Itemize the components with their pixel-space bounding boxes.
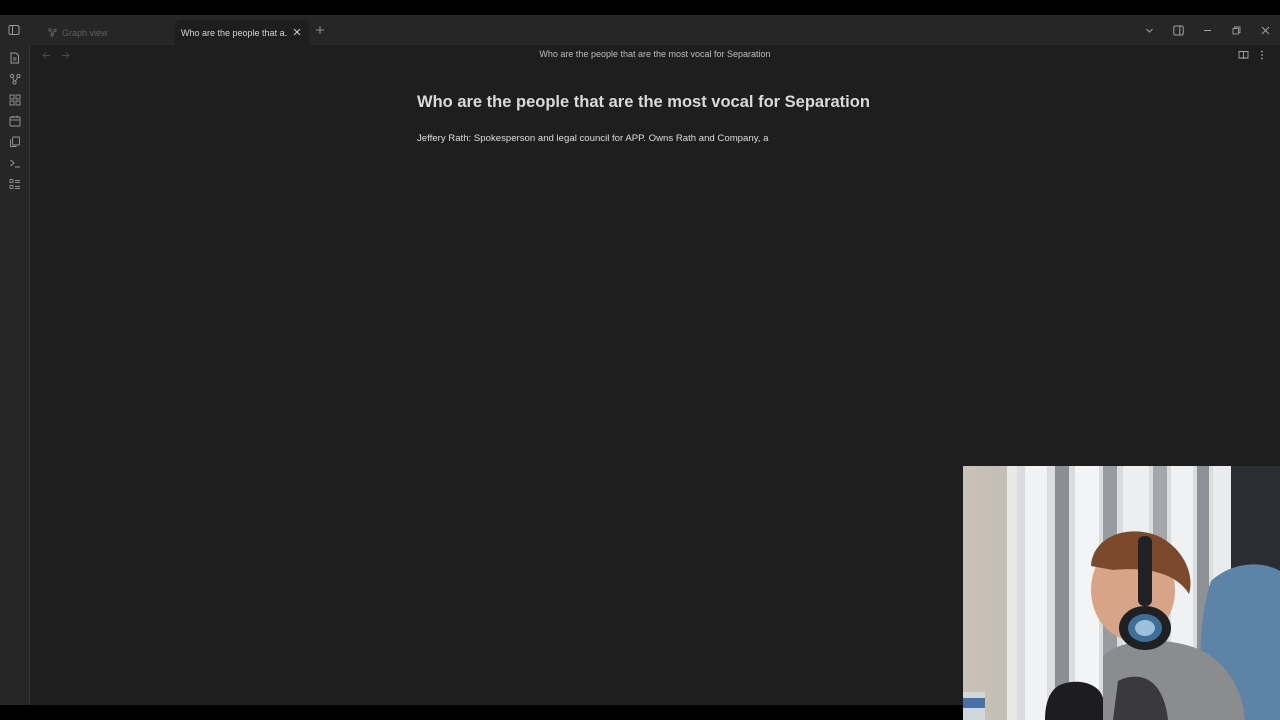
tab-bar: Graph view Who are the people that a...: [0, 15, 1280, 45]
left-ribbon: [0, 45, 30, 705]
minimize-icon[interactable]: [1193, 21, 1222, 39]
note-heading[interactable]: Who are the people that are the most voc…: [417, 92, 977, 112]
sidebar-toggle-icon[interactable]: [6, 22, 22, 38]
close-icon[interactable]: [291, 26, 303, 38]
reading-view-book-icon[interactable]: [1236, 48, 1250, 62]
webcam-overlay: [963, 466, 1280, 720]
new-tab-plus-icon[interactable]: [313, 23, 327, 37]
chevron-down-icon[interactable]: [1135, 21, 1164, 39]
canvas-icon[interactable]: [7, 92, 22, 107]
graph-view-icon[interactable]: [7, 71, 22, 86]
note-editor[interactable]: Who are the people that are the most voc…: [417, 92, 977, 144]
command-palette-icon[interactable]: [7, 155, 22, 170]
tab-label: Who are the people that a...: [181, 27, 288, 38]
close-window-icon[interactable]: [1251, 21, 1280, 39]
view-title[interactable]: Who are the people that are the most voc…: [30, 49, 1280, 59]
window-controls: [1135, 21, 1280, 39]
tab-label: Graph view: [62, 27, 108, 38]
more-options-icon[interactable]: [1255, 48, 1269, 62]
screen: Graph view Who are the people that a...: [0, 0, 1280, 720]
open-quick-switcher-icon[interactable]: [7, 50, 22, 65]
restore-icon[interactable]: [1222, 21, 1251, 39]
daily-notes-icon[interactable]: [7, 113, 22, 128]
tab-current-note[interactable]: Who are the people that a...: [175, 20, 309, 45]
note-paragraph[interactable]: Jeffery Rath: Spokesperson and legal cou…: [417, 133, 977, 144]
tab-graph-view[interactable]: Graph view: [40, 20, 174, 45]
outline-icon[interactable]: [7, 176, 22, 191]
view-header: Who are the people that are the most voc…: [30, 45, 1280, 65]
graph-icon: [48, 28, 57, 37]
right-sidebar-toggle-icon[interactable]: [1164, 21, 1193, 39]
templates-icon[interactable]: [7, 134, 22, 149]
